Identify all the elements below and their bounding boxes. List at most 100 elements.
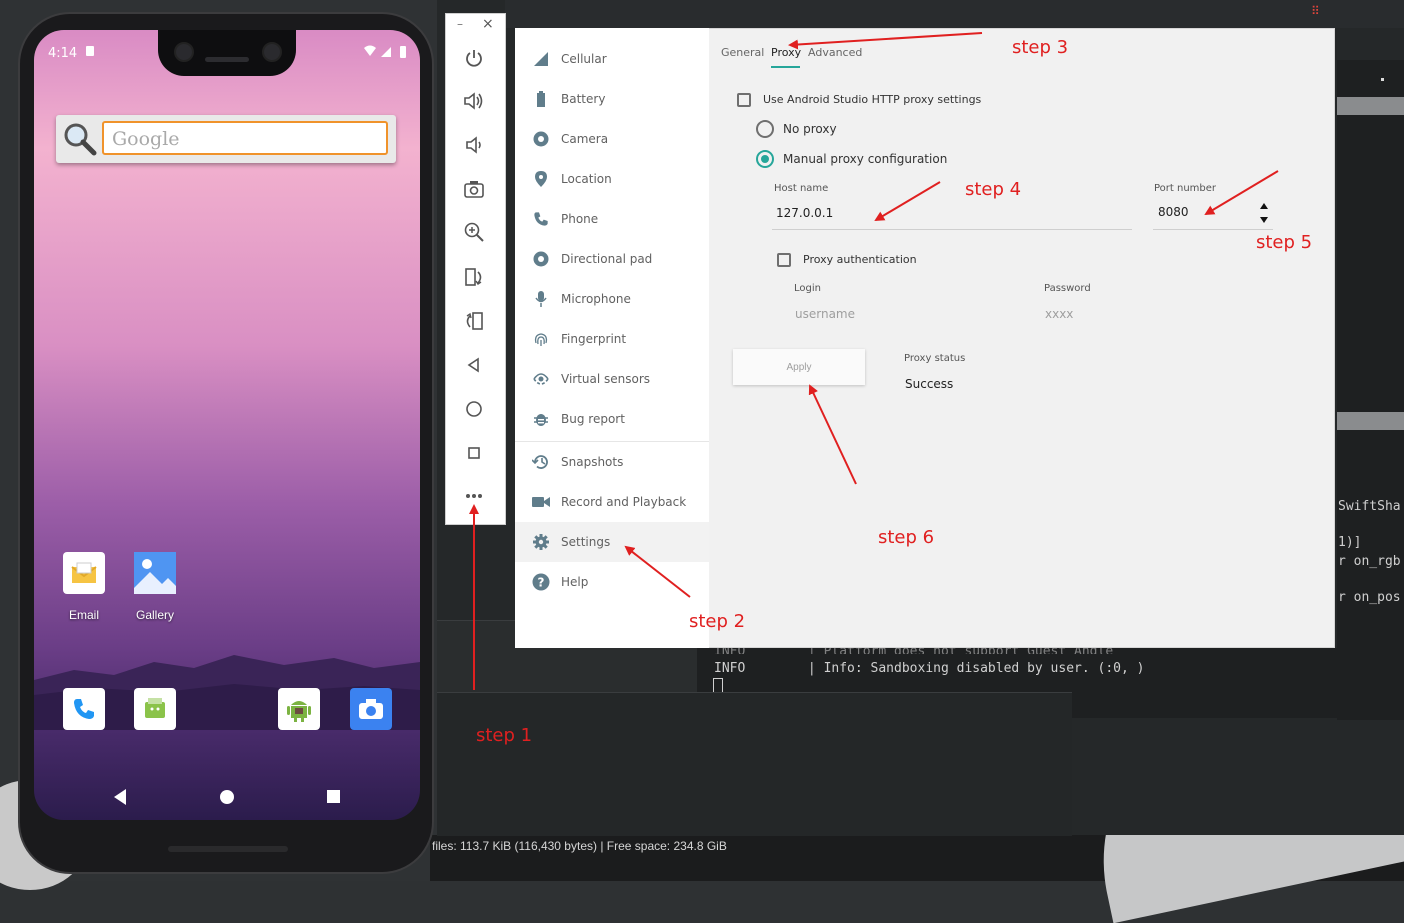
terminal-bottom-panel [437, 692, 1072, 836]
apply-button[interactable]: Apply [733, 349, 865, 385]
fingerprint-icon [532, 330, 550, 348]
zoom-icon[interactable] [459, 217, 489, 247]
step1-annotation: step 1 [476, 725, 533, 746]
battery-icon [400, 46, 406, 58]
step6-annotation: step 6 [878, 527, 935, 548]
manual-proxy-radio[interactable] [756, 150, 774, 168]
sidebar-item-cellular[interactable]: Cellular [515, 39, 709, 79]
front-camera [262, 42, 282, 62]
proxy-status-value: Success [905, 377, 954, 391]
sidebar-item-settings[interactable]: Settings [515, 522, 709, 562]
gear-icon [532, 533, 550, 551]
sidebar-item-fingerprint[interactable]: Fingerprint [515, 319, 709, 359]
login-label: Login [794, 283, 821, 294]
phone-icon[interactable] [63, 688, 105, 730]
svg-text:?: ? [538, 576, 545, 590]
pane-dot [1381, 78, 1384, 81]
volume-down-icon[interactable] [459, 130, 489, 160]
status-icons [364, 45, 406, 58]
messaging-icon[interactable] [134, 688, 176, 730]
email-icon[interactable] [63, 552, 105, 594]
location-icon [532, 170, 550, 188]
sidebar-item-label: Help [561, 575, 589, 589]
sidebar-item-label: Phone [561, 212, 599, 226]
manual-proxy-label: Manual proxy configuration [783, 152, 948, 166]
more-icon[interactable] [459, 481, 489, 511]
sidebar-item-label: Record and Playback [561, 495, 687, 509]
use-studio-proxy-label: Use Android Studio HTTP proxy settings [763, 93, 982, 106]
sidebar-item-bug-report[interactable]: Bug report [515, 399, 709, 439]
port-number-label: Port number [1154, 183, 1217, 194]
search-icon[interactable] [62, 121, 98, 157]
sidebar-item-camera[interactable]: Camera [515, 119, 709, 159]
port-spinner-icon[interactable] [1258, 201, 1270, 225]
dpad-icon [532, 250, 550, 268]
back-icon[interactable] [459, 350, 489, 380]
tab-advanced[interactable]: Advanced [808, 46, 862, 59]
sidebar-item-directional-pad[interactable]: Directional pad [515, 239, 709, 279]
sidebar-item-record-playback[interactable]: Record and Playback [515, 482, 709, 522]
overview-icon[interactable] [459, 438, 489, 468]
password-input[interactable]: xxxx [1045, 307, 1073, 321]
pane-header [1337, 97, 1404, 115]
android-icon[interactable] [278, 688, 320, 730]
camera-icon [532, 130, 550, 148]
home-nav-icon[interactable] [220, 790, 234, 804]
status-time: 4:14 [48, 46, 78, 61]
step3-annotation: step 3 [1012, 37, 1069, 58]
sd-card-icon [86, 46, 94, 56]
terminal-titlebar [505, 0, 1404, 28]
video-icon [532, 493, 550, 511]
close-button[interactable]: × [482, 16, 494, 32]
port-number-input[interactable]: 8080 [1158, 205, 1189, 219]
grid-menu-icon[interactable]: ⠿ [1311, 4, 1324, 18]
sidebar-item-virtual-sensors[interactable]: Virtual sensors [515, 359, 709, 399]
history-icon [532, 453, 550, 471]
tab-general[interactable]: General [721, 46, 764, 59]
terminal-line: r on_rgb [1338, 554, 1401, 569]
pane-header [1337, 412, 1404, 430]
overview-nav-icon[interactable] [327, 790, 340, 803]
sidebar-item-label: Camera [561, 132, 609, 146]
gallery-icon[interactable] [134, 552, 176, 594]
phone-icon [532, 210, 550, 228]
help-icon: ? [532, 573, 550, 591]
proxy-auth-checkbox[interactable] [777, 253, 791, 267]
power-icon[interactable] [459, 43, 489, 73]
gallery-app-label[interactable]: Gallery [115, 608, 195, 622]
sidebar-item-phone[interactable]: Phone [515, 199, 709, 239]
terminal-line: r on_pos [1338, 590, 1401, 605]
sensors-icon [532, 370, 550, 388]
rotate-right-icon[interactable] [459, 306, 489, 336]
sidebar-item-label: Location [561, 172, 612, 186]
login-input[interactable]: username [795, 307, 855, 321]
sidebar-item-label: Virtual sensors [561, 372, 651, 386]
microphone-icon [532, 290, 550, 308]
google-search-input[interactable]: Google [102, 121, 388, 155]
proxy-status-label: Proxy status [904, 353, 966, 364]
back-nav-icon[interactable] [112, 788, 128, 806]
sidebar-item-snapshots[interactable]: Snapshots [515, 442, 709, 482]
host-name-label: Host name [774, 183, 829, 194]
no-proxy-radio[interactable] [756, 120, 774, 138]
host-name-underline [772, 229, 1132, 230]
sidebar-item-battery[interactable]: Battery [515, 79, 709, 119]
tab-proxy[interactable]: Proxy [771, 46, 801, 59]
camera-icon[interactable] [350, 688, 392, 730]
sidebar-item-location[interactable]: Location [515, 159, 709, 199]
port-number-underline [1153, 229, 1273, 230]
volume-up-icon[interactable] [459, 86, 489, 116]
home-icon[interactable] [459, 394, 489, 424]
terminal-line: 1)] [1338, 535, 1362, 550]
screenshot-icon[interactable] [459, 174, 489, 204]
sidebar-item-help[interactable]: ? Help [515, 562, 709, 602]
step5-annotation: step 5 [1256, 232, 1313, 253]
terminal-pane [1337, 60, 1404, 720]
wifi-icon [364, 45, 376, 56]
email-app-label[interactable]: Email [44, 608, 124, 622]
rotate-left-icon[interactable] [459, 262, 489, 292]
host-name-input[interactable]: 127.0.0.1 [776, 206, 833, 220]
minimize-button[interactable]: – [457, 17, 463, 31]
sidebar-item-microphone[interactable]: Microphone [515, 279, 709, 319]
use-studio-proxy-checkbox[interactable] [737, 93, 751, 107]
